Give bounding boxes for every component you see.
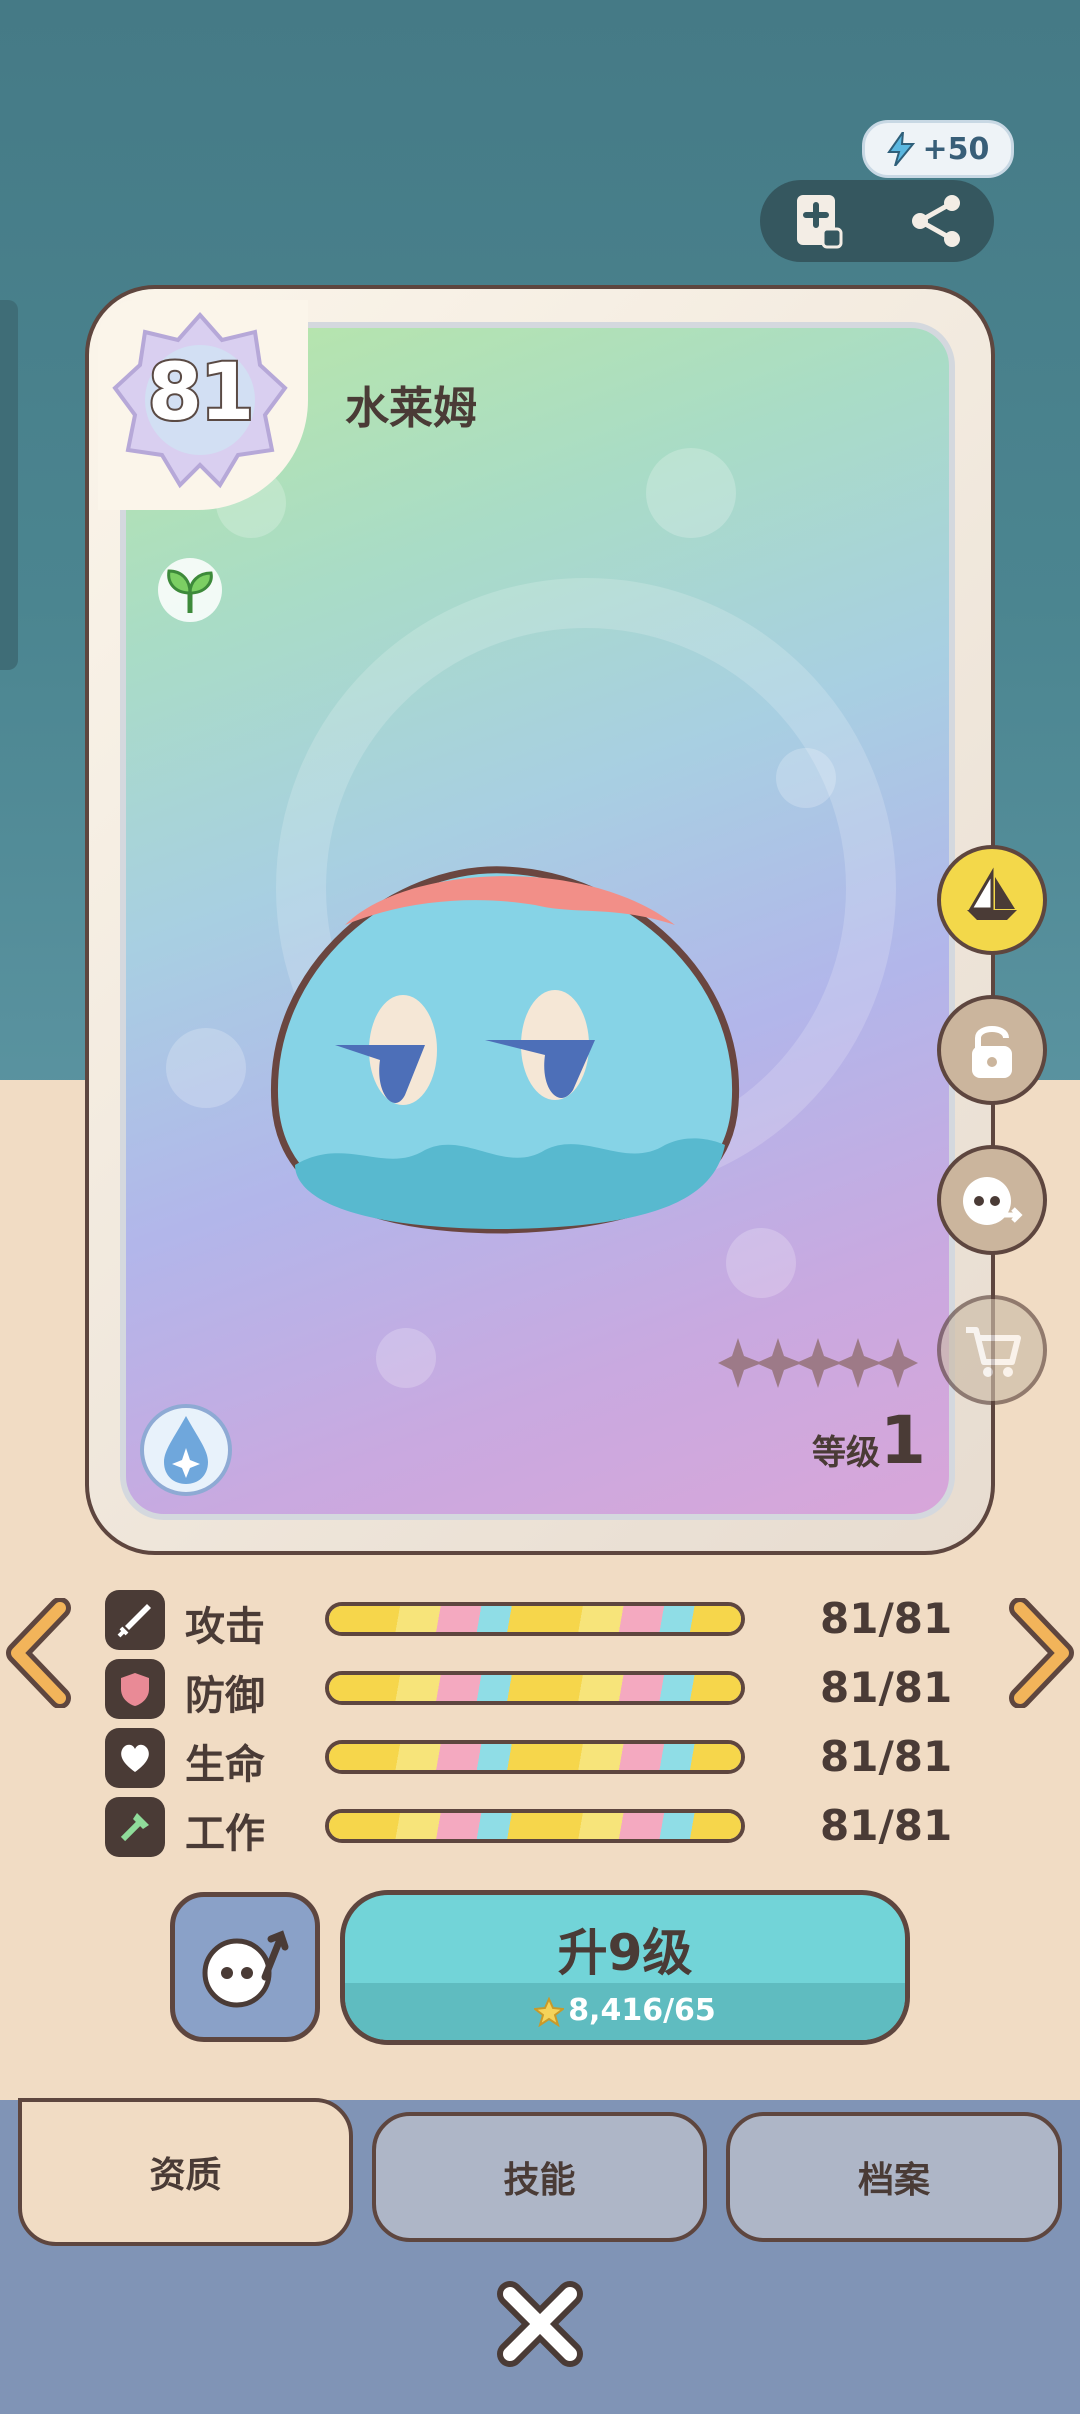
share-button[interactable] bbox=[906, 191, 966, 251]
pal-boost-button[interactable] bbox=[170, 1892, 320, 2042]
rarity-stars bbox=[718, 1338, 918, 1388]
card-add-icon bbox=[796, 195, 842, 249]
energy-bonus-value: +50 bbox=[922, 131, 990, 167]
level-up-button[interactable]: 升9级 8,416/65 bbox=[340, 1890, 910, 2045]
stat-row-attack: 攻击 81/81 bbox=[105, 1590, 952, 1650]
close-button[interactable] bbox=[492, 2276, 588, 2372]
sprout-icon bbox=[158, 558, 222, 622]
pal-name: 水莱姆 bbox=[345, 383, 477, 434]
stat-name: 生命 bbox=[185, 1742, 265, 1788]
level-label: 等级 bbox=[812, 1433, 880, 1473]
stat-bar bbox=[325, 1809, 745, 1843]
stat-row-work: 工作 81/81 bbox=[105, 1797, 952, 1857]
card-tools bbox=[760, 180, 994, 262]
stat-row-defense: 防御 81/81 bbox=[105, 1659, 952, 1719]
stat-bar bbox=[325, 1671, 745, 1705]
pal-boost-icon bbox=[202, 1930, 289, 2008]
summon-ball-button[interactable] bbox=[937, 845, 1047, 955]
sword-icon bbox=[105, 1590, 165, 1650]
stat-name: 工作 bbox=[185, 1811, 265, 1857]
card-collect-button[interactable] bbox=[789, 191, 849, 251]
stat-fill bbox=[329, 1744, 741, 1770]
stat-value: 81/81 bbox=[820, 1732, 953, 1781]
decor-dot bbox=[376, 1328, 436, 1388]
sail-icon bbox=[967, 867, 1017, 920]
water-slime-pal bbox=[271, 866, 740, 1234]
work-tool-icon bbox=[105, 1797, 165, 1857]
energy-bonus-badge: +50 bbox=[862, 120, 1014, 178]
decor-dot bbox=[776, 748, 836, 808]
stat-value: 81/81 bbox=[820, 1594, 953, 1643]
level-up-label: 升9级 bbox=[557, 1924, 693, 1982]
stat-value: 81/81 bbox=[820, 1801, 953, 1850]
tab-aptitude-label: 资质 bbox=[149, 2155, 222, 2196]
heart-icon bbox=[105, 1728, 165, 1788]
lightning-icon bbox=[886, 132, 915, 166]
water-element-icon bbox=[140, 1404, 232, 1496]
tab-aptitude[interactable]: 资质 bbox=[18, 2098, 353, 2246]
cart-icon bbox=[966, 1327, 1021, 1377]
previous-pal-button[interactable] bbox=[5, 1598, 75, 1708]
level-up-cost-value: 8,416/65 bbox=[568, 1993, 716, 2028]
tab-profile[interactable]: 档案 bbox=[726, 2112, 1062, 2242]
tab-skills-label: 技能 bbox=[503, 2160, 576, 2201]
tab-skills[interactable]: 技能 bbox=[372, 2112, 707, 2242]
shield-icon bbox=[105, 1659, 165, 1719]
star-currency-icon bbox=[534, 1996, 565, 2027]
transfer-pal-button[interactable] bbox=[937, 1145, 1047, 1255]
level-value: 1 bbox=[880, 1402, 926, 1479]
decor-dot bbox=[166, 1028, 246, 1108]
stat-fill bbox=[329, 1813, 741, 1839]
lock-button[interactable] bbox=[937, 995, 1047, 1105]
pal-transfer-icon bbox=[963, 1177, 1023, 1225]
stat-name: 攻击 bbox=[185, 1604, 265, 1650]
decor-dot bbox=[646, 448, 736, 538]
stat-row-health: 生命 81/81 bbox=[105, 1728, 952, 1788]
unlock-icon bbox=[972, 1026, 1012, 1078]
level-up-cost: 8,416/65 bbox=[345, 1993, 905, 2028]
stat-name: 防御 bbox=[185, 1673, 265, 1719]
rank-badge-number: 81 bbox=[146, 346, 257, 440]
tab-profile-label: 档案 bbox=[857, 2160, 930, 2201]
stat-value: 81/81 bbox=[820, 1663, 953, 1712]
shop-button[interactable] bbox=[937, 1295, 1047, 1405]
next-pal-button[interactable] bbox=[1005, 1598, 1075, 1708]
stat-bar bbox=[325, 1602, 745, 1636]
stat-fill bbox=[329, 1606, 741, 1632]
share-icon bbox=[911, 195, 960, 247]
stat-bar bbox=[325, 1740, 745, 1774]
left-side-panel-edge[interactable] bbox=[0, 300, 18, 670]
stat-fill bbox=[329, 1675, 741, 1701]
